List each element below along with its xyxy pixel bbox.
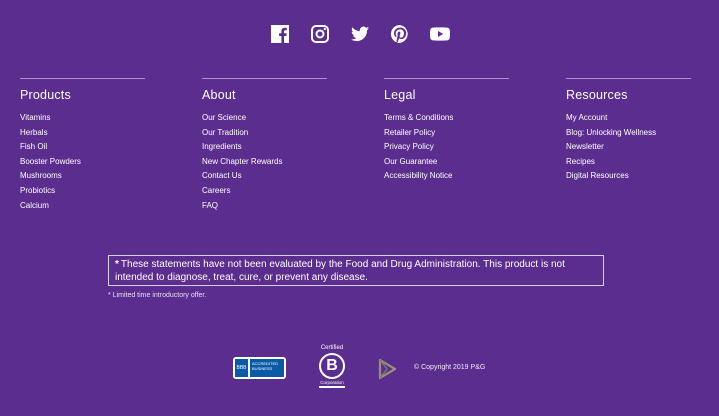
bbb-badge-text: ACCREDITED BUSINESS xyxy=(250,359,284,377)
legal-column: Legal Terms & Conditions Retailer Policy… xyxy=(384,78,534,184)
footer-link[interactable]: Vitamins xyxy=(20,111,170,126)
column-divider xyxy=(20,78,145,79)
footer-link[interactable]: FAQ xyxy=(202,199,352,214)
about-column: About Our Science Our Tradition Ingredie… xyxy=(202,78,352,213)
footer-link[interactable]: Booster Powders xyxy=(20,155,170,170)
youtube-icon[interactable] xyxy=(429,24,450,44)
b-corp-corporation-label: Corporation xyxy=(320,380,344,385)
footer-link[interactable]: Recipes xyxy=(566,155,716,170)
bbb-seal-icon: BBB xyxy=(235,359,248,377)
b-corp-logo: Certified B Corporation xyxy=(315,345,349,388)
footer-link[interactable]: Newsletter xyxy=(566,140,716,155)
footer-link[interactable]: Mushrooms xyxy=(20,169,170,184)
b-corp-certified-label: Certified xyxy=(320,345,344,351)
footer-link[interactable]: Calcium xyxy=(20,199,170,214)
link-list: Vitamins Herbals Fish Oil Booster Powder… xyxy=(20,111,170,213)
footer-link[interactable]: Our Tradition xyxy=(202,126,352,141)
disclaimer-text: These statements have not been evaluated… xyxy=(115,259,565,283)
footer-link[interactable]: Digital Resources xyxy=(566,169,716,184)
column-divider xyxy=(566,78,691,79)
play-logo-icon xyxy=(378,358,397,380)
b-corp-underline xyxy=(319,386,345,388)
column-heading: Legal xyxy=(384,88,416,102)
bbb-accredited-badge[interactable]: BBB ACCREDITED BUSINESS xyxy=(233,357,286,379)
link-list: Our Science Our Tradition Ingredients Ne… xyxy=(202,111,352,213)
footer-link[interactable]: Careers xyxy=(202,184,352,199)
column-heading: Products xyxy=(20,88,71,102)
footer-link[interactable]: Privacy Policy xyxy=(384,140,534,155)
resources-column: Resources My Account Blog: Unlocking Wel… xyxy=(566,78,716,184)
social-links xyxy=(0,24,719,44)
footer-link[interactable]: Retailer Policy xyxy=(384,126,534,141)
footer-link[interactable]: Blog: Unlocking Wellness xyxy=(566,126,716,141)
instagram-icon[interactable] xyxy=(310,24,330,44)
fda-disclaimer: * These statements have not been evaluate… xyxy=(108,255,604,286)
asterisk: * xyxy=(115,259,119,270)
footer-link[interactable]: Our Guarantee xyxy=(384,155,534,170)
footer-link[interactable]: Terms & Conditions xyxy=(384,111,534,126)
column-divider xyxy=(202,78,327,79)
footer-link[interactable]: New Chapter Rewards xyxy=(202,155,352,170)
link-list: My Account Blog: Unlocking Wellness News… xyxy=(566,111,716,184)
pinterest-icon[interactable] xyxy=(390,24,410,44)
footer-link[interactable]: Our Science xyxy=(202,111,352,126)
twitter-icon[interactable] xyxy=(350,24,370,44)
b-corp-icon: B xyxy=(319,353,345,379)
footer-link[interactable]: My Account xyxy=(566,111,716,126)
link-list: Terms & Conditions Retailer Policy Priva… xyxy=(384,111,534,184)
footer-link[interactable]: Fish Oil xyxy=(20,140,170,155)
facebook-icon[interactable] xyxy=(270,24,290,44)
column-divider xyxy=(384,78,509,79)
footer-link[interactable]: Contact Us xyxy=(202,169,352,184)
column-heading: About xyxy=(202,88,236,102)
footer-link[interactable]: Accessibility Notice xyxy=(384,169,534,184)
limited-offer-note: * Limited time introductory offer. xyxy=(108,292,207,299)
footer-link[interactable]: Ingredients xyxy=(202,140,352,155)
products-column: Products Vitamins Herbals Fish Oil Boost… xyxy=(20,78,170,213)
footer-link[interactable]: Probiotics xyxy=(20,184,170,199)
copyright-text: © Copyright 2019 P&G xyxy=(414,364,486,371)
footer-link[interactable]: Herbals xyxy=(20,126,170,141)
column-heading: Resources xyxy=(566,88,628,102)
